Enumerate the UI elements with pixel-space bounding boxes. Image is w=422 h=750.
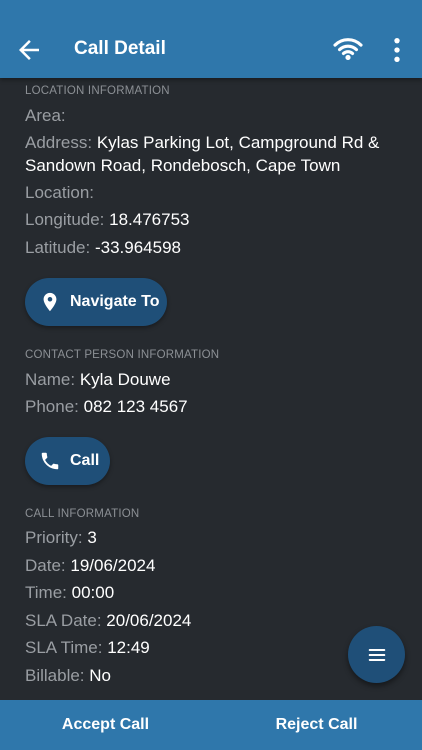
call-label: Call: [70, 452, 100, 469]
wifi-icon[interactable]: [332, 36, 364, 62]
sla-date-label: SLA Date:: [25, 611, 102, 630]
area-row: Area:: [25, 104, 405, 127]
app-bar: Call Detail: [0, 0, 422, 78]
accept-call-button[interactable]: Accept Call: [0, 700, 211, 750]
reject-call-button[interactable]: Reject Call: [211, 700, 422, 750]
name-row: Name: Kyla Douwe: [25, 368, 405, 391]
date-row: Date: 19/06/2024: [25, 554, 405, 577]
sla-date-value: 20/06/2024: [106, 611, 192, 630]
billable-value: No: [89, 666, 112, 685]
back-arrow-icon[interactable]: [14, 35, 44, 65]
sla-time-value: 12:49: [107, 638, 150, 657]
time-label: Time:: [25, 583, 67, 602]
time-row: Time: 00:00: [25, 581, 405, 604]
phone-icon: [41, 452, 59, 470]
menu-icon: [368, 648, 385, 661]
location-section-title: LOCATION INFORMATION: [25, 85, 170, 97]
address-label: Address:: [25, 133, 93, 152]
area-label: Area:: [25, 106, 66, 125]
name-label: Name:: [25, 370, 76, 389]
name-value: Kyla Douwe: [79, 370, 171, 389]
latitude-row: Latitude: -33.964598: [25, 236, 405, 259]
location-label: Location:: [25, 183, 94, 202]
priority-row: Priority: 3: [25, 526, 405, 549]
priority-value: 3: [87, 528, 97, 547]
priority-label: Priority:: [25, 528, 83, 547]
menu-fab-button[interactable]: [348, 626, 405, 683]
date-label: Date:: [25, 556, 66, 575]
phone-row: Phone: 082 123 4567: [25, 395, 405, 418]
billable-label: Billable:: [25, 666, 85, 685]
address-row: Address: Kylas Parking Lot, Campground R…: [25, 131, 405, 177]
sla-time-label: SLA Time:: [25, 638, 103, 657]
sla-date-row: SLA Date: 20/06/2024: [25, 609, 405, 632]
billable-row: Billable: No: [25, 664, 405, 687]
location-row: Location:: [25, 181, 405, 204]
contact-section-title: CONTACT PERSON INFORMATION: [25, 349, 220, 361]
map-pin-icon: [43, 292, 57, 312]
phone-label: Phone:: [25, 397, 79, 416]
page-title: Call Detail: [74, 38, 166, 59]
latitude-label: Latitude:: [25, 238, 91, 257]
navigate-to-button[interactable]: Navigate To: [25, 278, 167, 326]
call-info-section-title: CALL INFORMATION: [25, 508, 140, 520]
bottom-action-bar: Accept Call Reject Call: [0, 700, 422, 750]
navigate-to-label: Navigate To: [70, 293, 160, 310]
call-button[interactable]: Call: [25, 437, 110, 485]
latitude-value: -33.964598: [94, 238, 181, 257]
longitude-row: Longitude: 18.476753: [25, 208, 405, 231]
date-value: 19/06/2024: [70, 556, 156, 575]
longitude-value: 18.476753: [109, 210, 190, 229]
time-value: 00:00: [71, 583, 115, 602]
longitude-label: Longitude:: [25, 210, 105, 229]
phone-value: 082 123 4567: [83, 397, 188, 416]
more-vertical-icon[interactable]: [386, 36, 408, 64]
